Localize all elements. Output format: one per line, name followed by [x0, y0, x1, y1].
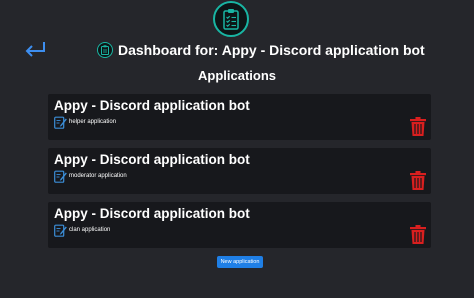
- application-title: Appy - Discord application bot: [54, 206, 250, 221]
- edit-pencil-icon[interactable]: [54, 224, 67, 237]
- section-heading: Applications: [197, 68, 276, 83]
- clipboard-checklist-icon: [223, 9, 239, 30]
- page-title: Dashboard for: Appy - Discord applicatio…: [118, 42, 425, 58]
- application-card: Appy - Discord application bot clan appl…: [48, 202, 431, 248]
- trash-icon[interactable]: [410, 225, 426, 244]
- trash-icon[interactable]: [410, 171, 426, 190]
- application-title: Appy - Discord application bot: [54, 98, 250, 113]
- new-application-button[interactable]: New application: [217, 256, 263, 268]
- application-card: Appy - Discord application bot helper ap…: [48, 94, 431, 140]
- edit-pencil-icon[interactable]: [54, 170, 67, 183]
- return-arrow-icon: [25, 42, 45, 57]
- application-subtitle: clan application: [69, 227, 111, 233]
- trash-icon[interactable]: [410, 117, 426, 136]
- app-logo: [213, 1, 249, 37]
- back-button[interactable]: [22, 38, 48, 62]
- edit-pencil-icon[interactable]: [54, 116, 67, 129]
- application-subtitle: helper application: [69, 119, 117, 125]
- application-subtitle: moderator application: [69, 173, 127, 179]
- application-title: Appy - Discord application bot: [54, 152, 250, 167]
- application-card: Appy - Discord application bot moderator…: [48, 148, 431, 194]
- header-logo: [97, 42, 113, 58]
- clipboard-icon: [101, 45, 109, 55]
- page-header: Dashboard for: Appy - Discord applicatio…: [97, 40, 425, 60]
